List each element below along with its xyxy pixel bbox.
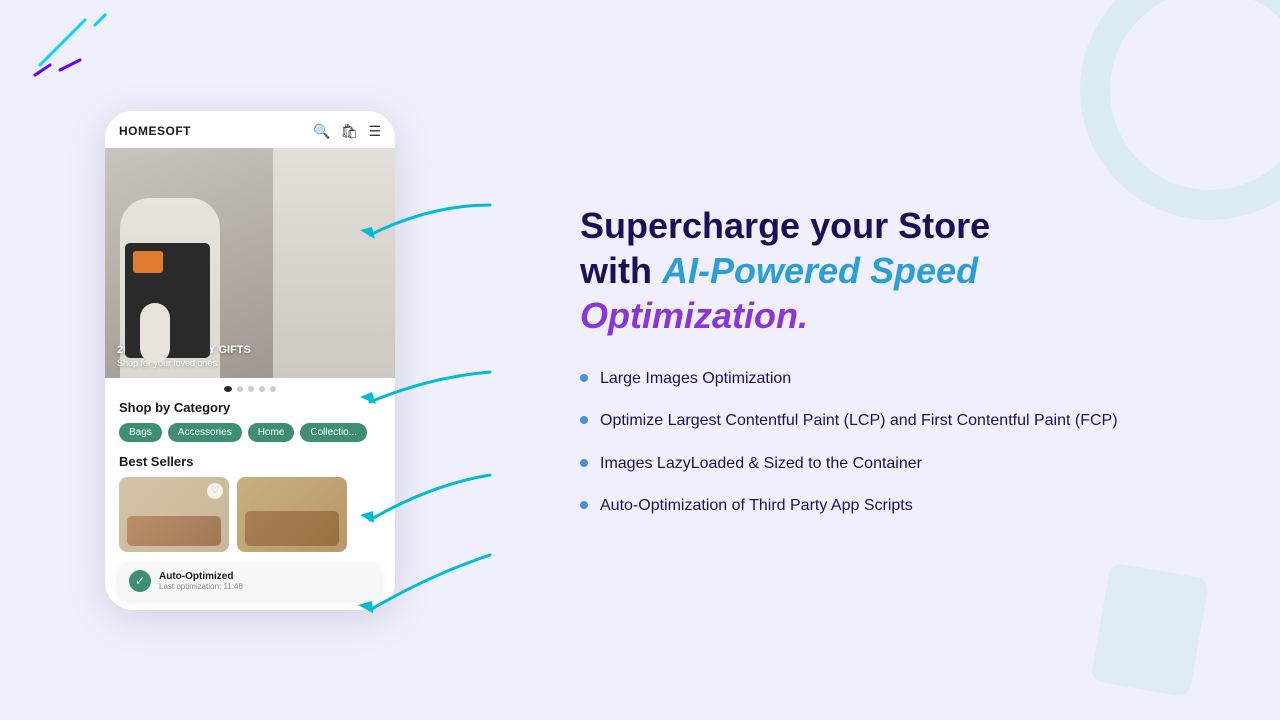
features-list: Large Images Optimization Optimize Large… xyxy=(580,368,1230,518)
auto-opt-text: Auto-Optimized Last optimization: 11:48 xyxy=(159,571,243,591)
dot-1[interactable] xyxy=(224,386,232,392)
phone-nav-icons: 🔍 🛍 ☰ xyxy=(313,123,381,140)
feature-dot-1 xyxy=(580,374,588,382)
feature-text-2: Optimize Largest Contentful Paint (LCP) … xyxy=(600,410,1118,432)
right-panel: Supercharge your Store with AI-Powered S… xyxy=(500,0,1280,720)
search-icon[interactable]: 🔍 xyxy=(313,123,330,140)
check-icon: ✓ xyxy=(129,570,151,592)
left-panel: HOMESOFT 🔍 🛍 ☰ xyxy=(0,0,500,720)
arrow-1-icon xyxy=(330,195,510,255)
category-pill-home[interactable]: Home xyxy=(248,423,295,442)
feature-item-2: Optimize Largest Contentful Paint (LCP) … xyxy=(580,410,1230,432)
feature-dot-2 xyxy=(580,416,588,424)
heading-highlight-purple: Optimization. xyxy=(580,295,808,336)
phone-logo: HOMESOFT xyxy=(119,124,191,138)
arrow-2-icon xyxy=(330,362,510,422)
menu-icon[interactable]: ☰ xyxy=(368,123,381,140)
heading-highlight-blue: AI-Powered Speed xyxy=(662,250,978,291)
hero-discount-sub: Shop for your loved ones xyxy=(117,358,251,368)
hero-banner: 20% OFF HOLIDAY GIFTS Shop for your love… xyxy=(105,148,395,378)
dot-5[interactable] xyxy=(270,386,276,392)
auto-opt-sub: Last optimization: 11:48 xyxy=(159,582,243,591)
feature-text-1: Large Images Optimization xyxy=(600,368,791,390)
heading-part1: Supercharge your Store xyxy=(580,205,990,246)
main-heading: Supercharge your Store with AI-Powered S… xyxy=(580,203,1140,338)
category-pill-bags[interactable]: Bags xyxy=(119,423,162,442)
category-pill-collection[interactable]: Collectio... xyxy=(300,423,367,442)
heading-part2: with xyxy=(580,250,662,291)
dot-3[interactable] xyxy=(248,386,254,392)
dot-4[interactable] xyxy=(259,386,265,392)
category-pills: Bags Accessories Home Collectio... xyxy=(105,423,395,454)
category-pill-accessories[interactable]: Accessories xyxy=(168,423,242,442)
feature-text-4: Auto-Optimization of Third Party App Scr… xyxy=(600,495,913,517)
wishlist-icon[interactable]: ♡ xyxy=(207,483,223,499)
deco-lines-icon xyxy=(30,10,110,80)
arrow-4-icon xyxy=(330,545,510,625)
feature-dot-4 xyxy=(580,501,588,509)
deco-arc-bottom xyxy=(1090,562,1209,698)
feature-item-4: Auto-Optimization of Third Party App Scr… xyxy=(580,495,1230,517)
dot-2[interactable] xyxy=(237,386,243,392)
deco-arc-top xyxy=(1080,0,1280,220)
feature-item-1: Large Images Optimization xyxy=(580,368,1230,390)
arrow-3-icon xyxy=(330,465,510,535)
hero-image-right xyxy=(273,148,395,378)
product-card-1[interactable]: ♡ xyxy=(119,477,229,552)
auto-opt-label: Auto-Optimized xyxy=(159,571,243,582)
cart-icon[interactable]: 🛍 xyxy=(341,123,359,140)
feature-dot-3 xyxy=(580,459,588,467)
phone-header: HOMESOFT 🔍 🛍 ☰ xyxy=(105,111,395,148)
feature-item-3: Images LazyLoaded & Sized to the Contain… xyxy=(580,453,1230,475)
feature-text-3: Images LazyLoaded & Sized to the Contain… xyxy=(600,453,922,475)
